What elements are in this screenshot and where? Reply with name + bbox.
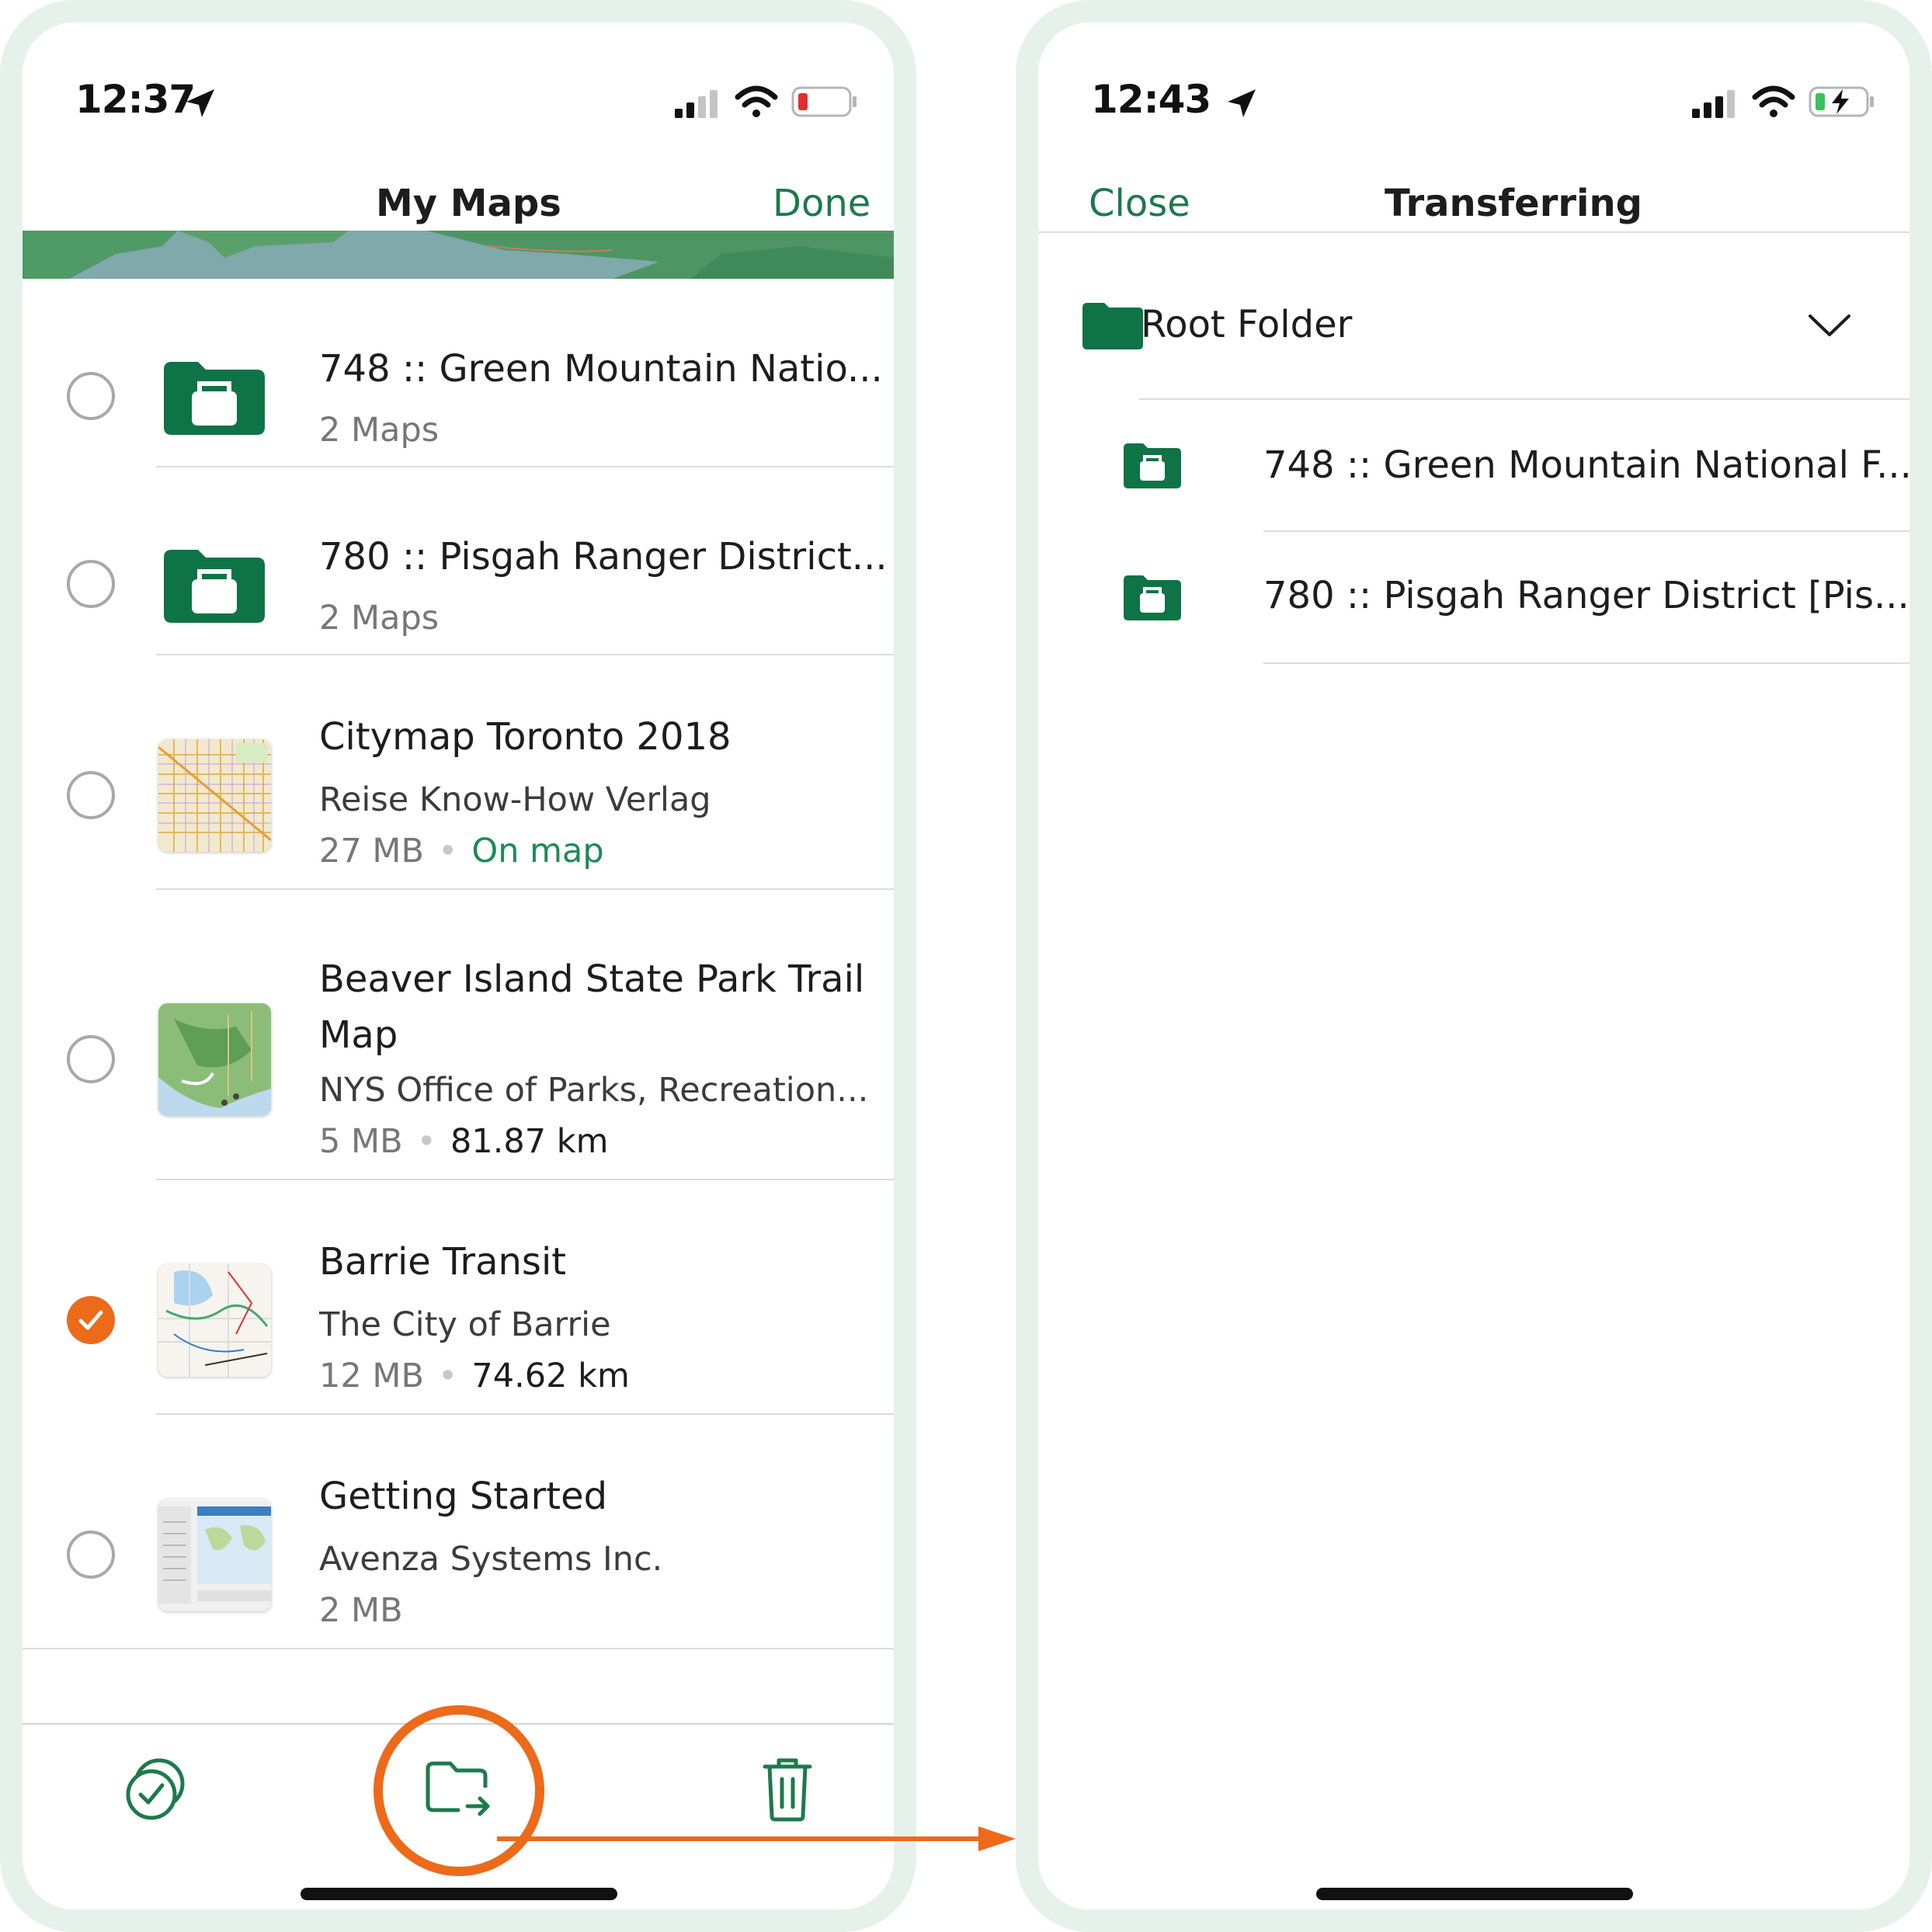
list-item[interactable]: 748 :: Green Mountain Natio... 2 Maps	[23, 279, 894, 465]
item-size: 12 MB	[319, 1357, 424, 1395]
root-folder-row[interactable]: Root Folder	[1038, 232, 1909, 398]
on-map-status: On map	[471, 832, 604, 870]
battery-low-icon	[791, 86, 857, 117]
map-thumbnail	[158, 1499, 271, 1611]
list-item[interactable]: Getting Started Avenza Systems Inc. 2 MB	[23, 1414, 894, 1647]
page-title: Transferring	[1385, 182, 1643, 225]
item-title-line2: Map	[319, 1013, 398, 1057]
subfolder-title: 780 :: Pisgah Ranger District [Pis...	[1263, 574, 1909, 617]
list-item[interactable]: 780 :: Pisgah Ranger District... 2 Maps	[23, 467, 894, 653]
item-title: Getting Started	[319, 1475, 608, 1518]
list-item[interactable]: Citymap Toronto 2018 Reise Know-How Verl…	[23, 655, 894, 888]
item-map-count: 2 Maps	[319, 411, 440, 450]
subfolder-title: 748 :: Green Mountain National F...	[1263, 443, 1912, 487]
item-title: 748 :: Green Mountain Natio...	[319, 347, 883, 391]
list-item[interactable]: Barrie Transit The City of Barrie 12 MB •…	[23, 1180, 894, 1413]
item-size: 2 MB	[319, 1591, 403, 1630]
folder-move-icon[interactable]	[424, 1760, 494, 1822]
item-title: Barrie Transit	[319, 1240, 567, 1284]
item-publisher: NYS Office of Parks, Recreation...	[319, 1071, 869, 1110]
subfolder-row[interactable]: 748 :: Green Mountain National F...	[1038, 400, 1909, 530]
status-time: 12:43	[1091, 77, 1211, 122]
item-publisher: Avenza Systems Inc.	[319, 1540, 663, 1579]
battery-charging-icon	[1809, 86, 1874, 117]
item-publisher: Reise Know-How Verlag	[319, 780, 711, 819]
home-indicator	[301, 1888, 617, 1900]
done-button[interactable]: Done	[773, 182, 870, 225]
wifi-icon	[735, 85, 778, 117]
cell-signal-icon	[675, 90, 718, 118]
item-publisher: The City of Barrie	[319, 1305, 611, 1344]
wifi-icon	[1752, 85, 1795, 117]
map-preview-strip	[23, 231, 894, 279]
cell-signal-icon	[1692, 90, 1735, 118]
home-indicator	[1316, 1888, 1633, 1900]
location-arrow-icon	[186, 89, 214, 117]
item-title-line1: Beaver Island State Park Trail	[319, 957, 865, 1001]
divider	[1263, 662, 1909, 664]
select-radio[interactable]	[67, 1035, 115, 1083]
item-meta: 5 MB • 81.87 km	[319, 1122, 609, 1161]
map-thumbnail	[158, 1264, 271, 1377]
map-thumbnail	[158, 739, 271, 852]
item-distance: 81.87 km	[450, 1122, 609, 1161]
item-title: Citymap Toronto 2018	[319, 715, 731, 759]
item-distance: 74.62 km	[471, 1357, 630, 1395]
item-size: 27 MB	[319, 832, 424, 870]
checkmark-icon	[78, 1310, 103, 1330]
select-radio[interactable]	[67, 560, 115, 608]
select-radio[interactable]	[67, 771, 115, 819]
subfolder-row[interactable]: 780 :: Pisgah Ranger District [Pis...	[1038, 532, 1909, 662]
location-arrow-icon	[1228, 89, 1256, 117]
item-size: 5 MB	[319, 1122, 403, 1161]
map-thumbnail	[158, 1003, 271, 1116]
list-item[interactable]: Beaver Island State Park Trail Map NYS O…	[23, 889, 894, 1180]
chevron-down-icon[interactable]	[1807, 311, 1852, 339]
map-bundle-folder-icon	[1124, 575, 1181, 620]
page-title: My Maps	[376, 182, 561, 225]
map-bundle-folder-icon	[164, 362, 265, 435]
right-phone: 12:43 Close Transferring Root Folder 748…	[1016, 0, 1932, 1932]
item-title: Beaver Island State Park Trail Map	[319, 957, 864, 1058]
close-button[interactable]: Close	[1089, 182, 1190, 225]
arrow-connector-icon	[497, 1826, 1016, 1851]
item-meta: 12 MB • 74.62 km	[319, 1357, 630, 1395]
divider	[23, 1648, 894, 1649]
map-bundle-folder-icon	[164, 550, 265, 623]
map-bundle-folder-icon	[1124, 443, 1181, 488]
select-radio[interactable]	[67, 372, 115, 420]
select-all-icon[interactable]	[122, 1756, 189, 1823]
item-map-count: 2 Maps	[319, 599, 440, 638]
root-folder-label: Root Folder	[1141, 303, 1353, 346]
status-time: 12:37	[75, 77, 196, 122]
select-radio-checked[interactable]	[67, 1296, 115, 1344]
item-title: 780 :: Pisgah Ranger District...	[319, 535, 888, 579]
item-meta: 27 MB • On map	[319, 832, 604, 870]
left-phone: 12:37 My Maps Done 748 :: Green Mountain…	[0, 0, 916, 1932]
select-radio[interactable]	[67, 1531, 115, 1579]
folder-icon	[1082, 303, 1143, 349]
